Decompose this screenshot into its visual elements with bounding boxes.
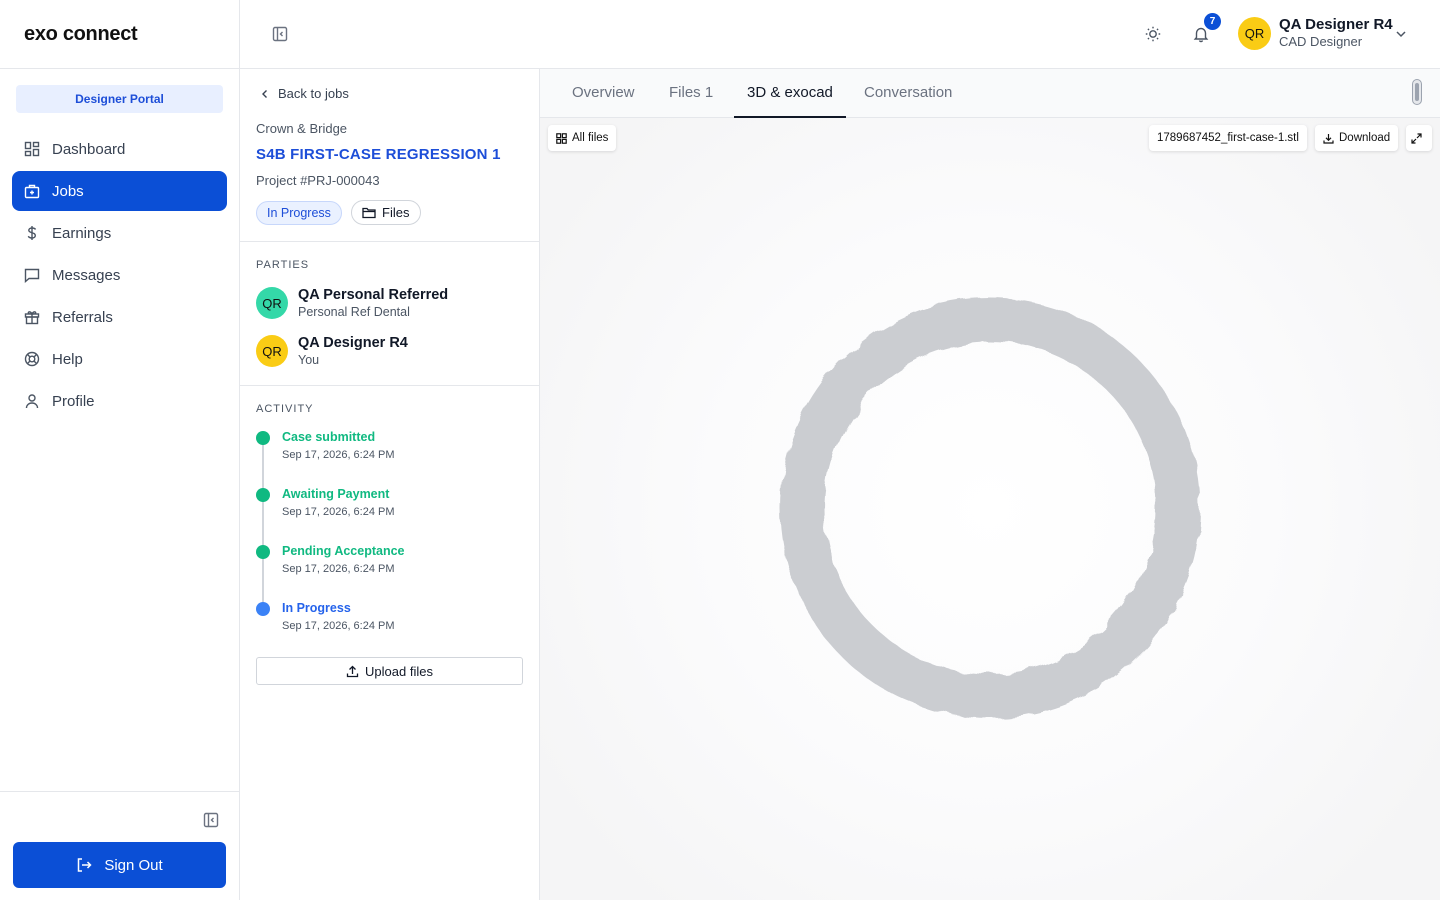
scrollbar[interactable] — [1412, 79, 1422, 105]
sidebar-item-label: Earnings — [52, 224, 112, 242]
upload-icon — [346, 665, 359, 677]
activity-time: Sep 17, 2026, 6:24 PM — [282, 620, 395, 632]
sidebar-item-label: Jobs — [52, 182, 84, 200]
party-subtitle: You — [298, 353, 320, 367]
sidebar-item-dashboard[interactable]: Dashboard — [12, 129, 227, 169]
file-name-chip: 1789687452_first-case-1.stl — [1149, 125, 1307, 151]
user-role: CAD Designer — [1279, 34, 1363, 49]
theme-toggle-icon[interactable] — [1144, 25, 1162, 43]
avatar: QR — [256, 287, 288, 319]
avatar: QR — [256, 335, 288, 367]
expand-icon — [1411, 132, 1422, 144]
status-dot — [256, 431, 270, 445]
sign-out-button[interactable]: Sign Out — [13, 842, 226, 888]
divider — [240, 241, 539, 242]
3d-model-ring[interactable] — [776, 294, 1204, 722]
fullscreen-button[interactable] — [1406, 125, 1432, 151]
sidebar-item-label: Messages — [52, 266, 121, 284]
gift-icon — [24, 309, 40, 325]
all-files-button[interactable]: All files — [548, 125, 617, 151]
message-icon — [24, 267, 40, 283]
user-name[interactable]: QA Designer R4 — [1279, 16, 1393, 33]
files-label: Files — [382, 205, 410, 220]
portal-badge: Designer Portal — [16, 85, 223, 113]
job-title: S4B FIRST-CASE REGRESSION 1 — [256, 146, 501, 163]
tab-bar: Overview Files 1 3D & exocad Conversatio… — [540, 69, 1440, 118]
3d-viewer-canvas[interactable]: All files 1789687452_first-case-1.stl Do… — [540, 118, 1440, 900]
download-button[interactable]: Download — [1315, 125, 1399, 151]
briefcase-icon — [24, 183, 40, 199]
party-name: QA Personal Referred — [298, 287, 449, 303]
download-icon — [1323, 133, 1334, 144]
sidebar-item-help[interactable]: Help — [12, 339, 227, 379]
chevron-left-icon — [262, 89, 267, 98]
panel-toggle-icon[interactable] — [272, 26, 288, 42]
folder-icon — [362, 207, 376, 219]
lifebuoy-icon — [24, 351, 40, 367]
sidebar-item-profile[interactable]: Profile — [12, 381, 227, 421]
chevron-down-icon[interactable] — [1394, 27, 1408, 41]
grid-icon — [556, 132, 567, 144]
all-files-label: All files — [572, 132, 609, 144]
sidebar-item-earnings[interactable]: Earnings — [12, 213, 227, 253]
dashboard-icon — [24, 141, 40, 157]
sign-out-label: Sign Out — [104, 856, 163, 874]
project-number: Project #PRJ-000043 — [256, 173, 380, 188]
status-dot — [256, 602, 270, 616]
activity-title: Pending Acceptance — [282, 544, 405, 558]
job-detail-panel: Back to jobs Crown & Bridge S4B FIRST-CA… — [240, 69, 540, 900]
tab-overview[interactable]: Overview — [559, 84, 648, 118]
viewer-panel: Overview Files 1 3D & exocad Conversatio… — [540, 69, 1440, 900]
timeline-line — [262, 439, 264, 609]
sidebar-footer: Sign Out — [0, 791, 239, 900]
tab-conversation[interactable]: Conversation — [851, 84, 965, 118]
sidebar-nav: Dashboard Jobs Earnings Messages Referra… — [12, 129, 227, 423]
back-label: Back to jobs — [278, 86, 349, 101]
upload-label: Upload files — [365, 663, 433, 679]
status-dot — [256, 488, 270, 502]
party-item: QR QA Personal Referred Personal Ref Den… — [256, 287, 448, 319]
sidebar-item-messages[interactable]: Messages — [12, 255, 227, 295]
sidebar-item-label: Help — [52, 350, 83, 368]
sidebar-collapse-icon[interactable] — [203, 812, 219, 828]
sidebar: exo connect Designer Portal Dashboard Jo… — [0, 0, 240, 900]
activity-title: Awaiting Payment — [282, 487, 390, 501]
top-header: 7 QR QA Designer R4 CAD Designer — [240, 0, 1440, 69]
status-badge: In Progress — [256, 201, 342, 225]
party-item: QR QA Designer R4 You — [256, 335, 408, 367]
activity-time: Sep 17, 2026, 6:24 PM — [282, 563, 395, 575]
sidebar-item-label: Profile — [52, 392, 95, 410]
activity-time: Sep 17, 2026, 6:24 PM — [282, 449, 395, 461]
user-avatar[interactable]: QR — [1238, 17, 1271, 50]
sidebar-item-referrals[interactable]: Referrals — [12, 297, 227, 337]
activity-heading: ACTIVITY — [256, 403, 314, 415]
tab-3d-exocad[interactable]: 3D & exocad — [734, 84, 846, 118]
status-dot — [256, 545, 270, 559]
files-button[interactable]: Files — [351, 200, 422, 225]
user-icon — [24, 393, 40, 409]
download-label: Download — [1339, 132, 1391, 144]
activity-time: Sep 17, 2026, 6:24 PM — [282, 506, 395, 518]
party-name: QA Designer R4 — [298, 335, 408, 351]
sidebar-item-label: Referrals — [52, 308, 113, 326]
brand-logo[interactable]: exo connect — [0, 0, 239, 69]
divider — [240, 385, 539, 386]
back-to-jobs-link[interactable]: Back to jobs — [260, 86, 349, 101]
activity-title: Case submitted — [282, 430, 376, 444]
notification-count-badge: 7 — [1204, 13, 1221, 30]
tab-files[interactable]: Files 1 — [656, 84, 726, 118]
activity-title: In Progress — [282, 601, 351, 615]
logout-icon — [78, 858, 92, 872]
sidebar-item-label: Dashboard — [52, 140, 126, 158]
party-subtitle: Personal Ref Dental — [298, 305, 410, 319]
parties-heading: PARTIES — [256, 259, 310, 271]
dollar-icon — [24, 225, 40, 241]
job-category: Crown & Bridge — [256, 121, 348, 136]
sidebar-item-jobs[interactable]: Jobs — [12, 171, 227, 211]
upload-files-button[interactable]: Upload files — [256, 657, 523, 685]
